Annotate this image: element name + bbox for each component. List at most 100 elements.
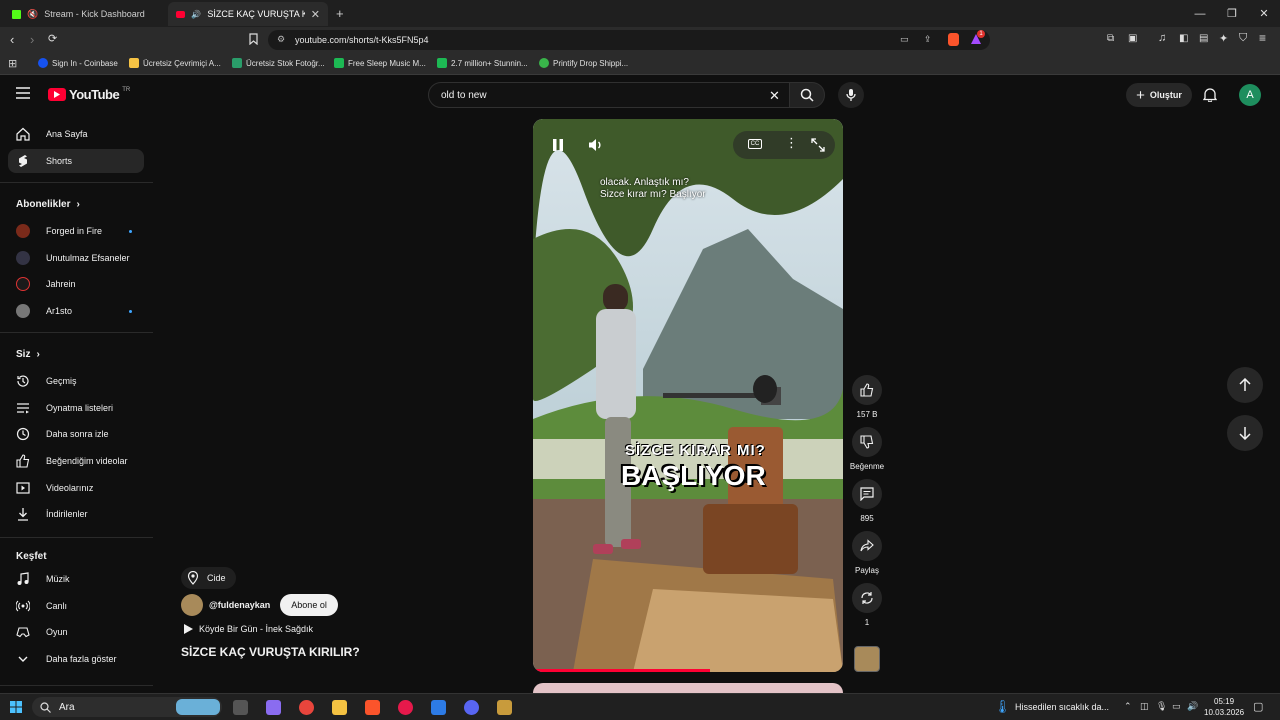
video-progress-bar[interactable]: [533, 669, 710, 672]
media-player-icon[interactable]: [398, 700, 413, 715]
tab-youtube-short[interactable]: 🔊 SİZCE KAÇ VURUŞTA KIRILIR? ✕: [168, 2, 328, 26]
speaker-tray-icon[interactable]: 🔊: [1187, 701, 1198, 712]
subscriptions-heading[interactable]: Abonelikler ›: [16, 199, 80, 210]
sidebar-item-playlists[interactable]: Oynatma listeleri: [8, 396, 144, 420]
sidebar-item-music[interactable]: Müzik: [8, 567, 144, 591]
notifications-bell-icon[interactable]: [1203, 87, 1217, 102]
tray-chevron-icon[interactable]: ⌃: [1124, 701, 1132, 712]
previous-short-button[interactable]: [1227, 367, 1263, 403]
taskbar-search[interactable]: Ara: [32, 697, 222, 717]
pause-icon[interactable]: [552, 138, 564, 152]
sidebar-item-live[interactable]: Canlı: [8, 594, 144, 618]
brave-icon[interactable]: [365, 700, 380, 715]
more-options-icon[interactable]: ⋮: [785, 136, 798, 149]
sidebar-item-show-more[interactable]: Daha fazla göster: [8, 647, 144, 671]
bookmark-stunning[interactable]: 2.7 million+ Stunnin...: [437, 58, 528, 68]
sound-thumbnail[interactable]: [854, 646, 880, 672]
notification-center-icon[interactable]: ▢: [1253, 700, 1263, 713]
region-code: TR: [122, 87, 131, 93]
reload-icon[interactable]: ⟳: [48, 32, 57, 45]
hamburger-menu-icon[interactable]: [16, 87, 30, 99]
sidebar-item-ar1sto[interactable]: Ar1sto: [8, 299, 144, 323]
channel-handle[interactable]: @fuldenaykan: [209, 600, 270, 610]
site-info-icon[interactable]: ⚙: [277, 34, 285, 45]
closed-captions-icon[interactable]: CC: [748, 139, 762, 149]
clock[interactable]: 05:19 10.03.2026: [1204, 696, 1244, 718]
sidebar-item-history[interactable]: Geçmiş: [8, 369, 144, 393]
sidebar-toggle-icon[interactable]: ◧: [1179, 33, 1188, 44]
sidebar-item-shorts[interactable]: Shorts: [8, 149, 144, 173]
minimize-icon[interactable]: —: [1184, 0, 1216, 27]
restore-icon[interactable]: ❐: [1216, 0, 1248, 27]
bookmark-coinbase[interactable]: Sign In - Coinbase: [38, 58, 118, 68]
network-icon[interactable]: ▭: [1172, 701, 1181, 712]
dislike-button[interactable]: [852, 427, 882, 457]
remix-button[interactable]: [852, 583, 882, 613]
search-button[interactable]: [789, 82, 825, 108]
wallet-icon[interactable]: ▣: [1128, 33, 1137, 44]
task-view-icon[interactable]: [233, 700, 248, 715]
clear-search-icon[interactable]: ✕: [769, 88, 780, 104]
close-window-icon[interactable]: ✕: [1248, 0, 1280, 27]
subscribe-button[interactable]: Abone ol: [280, 594, 338, 616]
forward-icon[interactable]: ›: [30, 32, 34, 47]
subtitle-caption: olacak. Anlaştık mı? Sizce kırar mı? Baş…: [600, 177, 706, 201]
store-icon[interactable]: [431, 700, 446, 715]
sidebar-item-watch-later[interactable]: Daha sonra izle: [8, 422, 144, 446]
sidebar-item-your-videos[interactable]: Videolarınız: [8, 476, 144, 500]
copilot-icon[interactable]: [266, 700, 281, 715]
apps-grid-icon[interactable]: ⊞: [8, 57, 17, 70]
channel-avatar[interactable]: [181, 594, 203, 616]
account-avatar[interactable]: A: [1239, 84, 1261, 106]
bookmark-printify[interactable]: Printify Drop Shippi...: [539, 58, 628, 68]
bookmark-icon[interactable]: [249, 33, 258, 45]
vpn-icon[interactable]: ⛉: [1239, 32, 1247, 45]
tray-app-icon[interactable]: ◫: [1140, 701, 1149, 712]
sidebar-item-downloads[interactable]: İndirilenler: [8, 502, 144, 526]
like-button[interactable]: [852, 375, 882, 405]
chrome-icon[interactable]: [299, 700, 314, 715]
bookmark-sleep-music[interactable]: Free Sleep Music M...: [334, 58, 426, 68]
extensions-icon[interactable]: ⧉: [1107, 33, 1114, 44]
windows-start-icon[interactable]: [10, 701, 22, 713]
menu-icon[interactable]: ≡: [1259, 31, 1266, 45]
fullscreen-icon[interactable]: [811, 138, 825, 152]
leo-ai-icon[interactable]: ✦: [1219, 32, 1228, 45]
league-client-icon[interactable]: [497, 700, 512, 715]
music-link[interactable]: Köyde Bir Gün - İnek Sağdık: [184, 624, 313, 634]
close-tab-icon[interactable]: ✕: [311, 8, 320, 21]
short-video-player[interactable]: CC ⋮ olacak. Anlaştık mı? Sizce kırar mı…: [533, 119, 843, 672]
weather-widget[interactable]: Hissedilen sıcaklık da...: [1015, 702, 1109, 712]
volume-icon[interactable]: [588, 137, 604, 153]
sidebar-item-liked-videos[interactable]: Beğendiğim videolar: [8, 449, 144, 473]
sidebar-item-jahrein[interactable]: Jahrein: [8, 272, 144, 296]
sidebar-item-forged-in-fire[interactable]: Forged in Fire: [8, 219, 144, 243]
brave-shields-icon[interactable]: [948, 33, 959, 46]
discord-icon[interactable]: [464, 700, 479, 715]
create-button[interactable]: + Oluştur: [1126, 83, 1192, 107]
share-page-icon[interactable]: ⇪: [924, 34, 932, 45]
sidebar-item-unutulmaz-efsaneler[interactable]: Unutulmaz Efsaneler: [8, 246, 144, 270]
voice-search-button[interactable]: [838, 82, 864, 108]
you-heading[interactable]: Siz ›: [16, 349, 40, 360]
search-box[interactable]: old to new ✕: [428, 82, 790, 108]
microphone-tray-icon[interactable]: 🎙: [1156, 701, 1167, 712]
new-tab-button[interactable]: +: [336, 6, 344, 21]
location-chip[interactable]: Cide: [181, 567, 236, 589]
bookmark-stock-photo[interactable]: Ücretsiz Stok Fotoğr...: [232, 58, 325, 68]
next-short-button[interactable]: [1227, 415, 1263, 451]
sidebar-item-home[interactable]: Ana Sayfa: [8, 122, 144, 146]
tab-kick-dashboard[interactable]: 🔇 Stream - Kick Dashboard: [4, 2, 164, 26]
crypto-wallet-icon[interactable]: ▤: [1199, 33, 1208, 44]
file-explorer-icon[interactable]: [332, 700, 347, 715]
youtube-logo[interactable]: YouTube TR: [48, 87, 130, 102]
comments-button[interactable]: [852, 479, 882, 509]
share-button[interactable]: [852, 531, 882, 561]
back-icon[interactable]: ‹: [10, 32, 14, 47]
sidebar-item-gaming[interactable]: Oyun: [8, 620, 144, 644]
media-icon[interactable]: ♫: [1158, 32, 1166, 44]
cast-icon[interactable]: ▭: [900, 34, 909, 45]
bookmark-free-online[interactable]: Ücretsiz Çevrimiçi A...: [129, 58, 221, 68]
address-field[interactable]: ⚙ youtube.com/shorts/t-Kks5FN5p4 ▭ ⇪ 1: [268, 30, 990, 50]
search-input[interactable]: old to new: [441, 90, 487, 101]
